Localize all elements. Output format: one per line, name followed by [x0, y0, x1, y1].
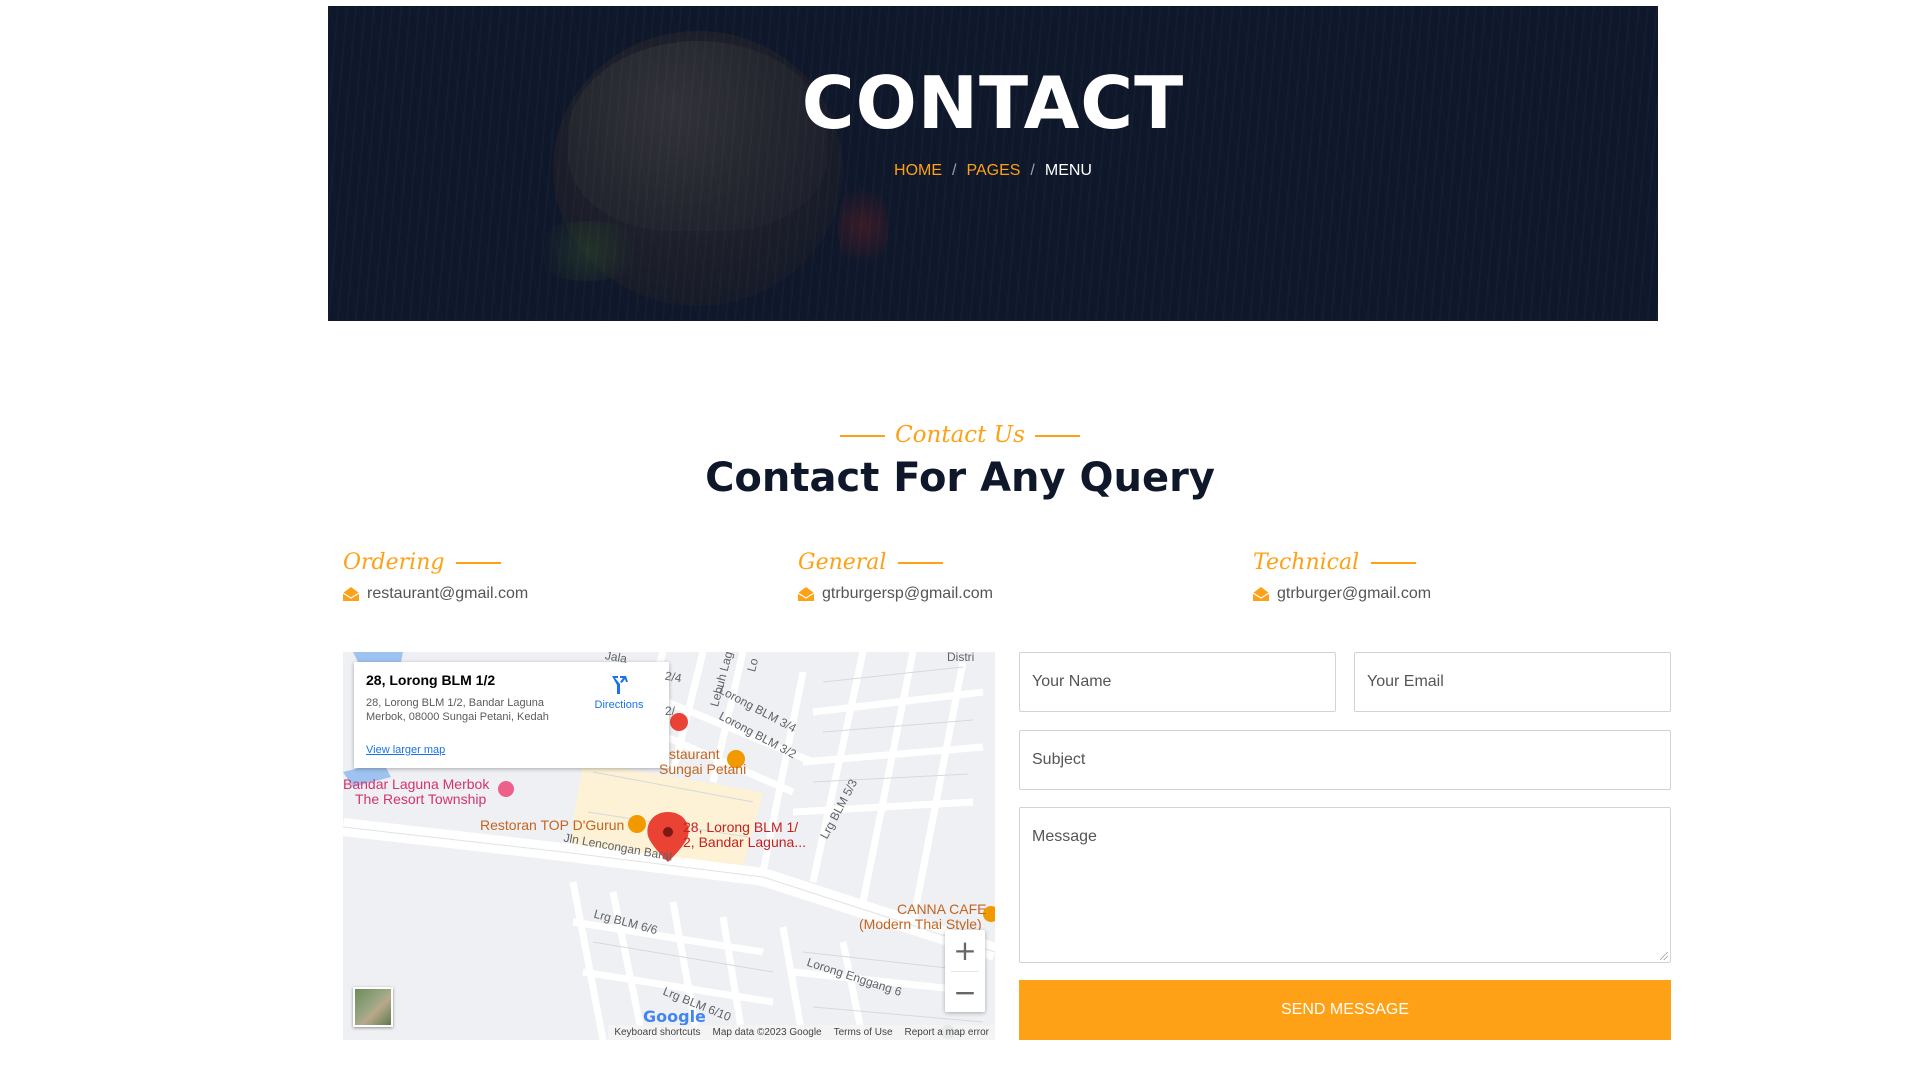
map-place-label: The Resort Township	[355, 791, 487, 807]
google-logo: Google	[643, 1007, 706, 1026]
eyebrow-line-left	[840, 435, 886, 437]
contact-email-row: gtrburger@gmail.com	[1252, 585, 1673, 603]
page-header-hero: CONTACT HOME / PAGES / MENU	[328, 6, 1658, 321]
map-street-label: 2/	[665, 704, 676, 718]
envelope-open-icon	[797, 587, 815, 601]
section-eyebrow: Contact Us	[0, 422, 1920, 448]
name-input-placeholder: Your Name	[1032, 673, 1112, 690]
contact-label: General	[798, 550, 1218, 575]
message-textarea[interactable]: Message	[1019, 807, 1671, 963]
label-line	[898, 561, 944, 564]
map-info-card: 28, Lorong BLM 1/2 28, Lorong BLM 1/2, B…	[354, 662, 669, 768]
section-title: Contact For Any Query	[705, 455, 1215, 501]
breadcrumb-pages-link[interactable]: PAGES	[966, 162, 1020, 179]
breadcrumb-separator: /	[1030, 162, 1035, 179]
map-place-label: CANNA CAFE	[897, 901, 987, 917]
contact-email[interactable]: gtrburger@gmail.com	[1277, 585, 1431, 603]
subject-input[interactable]: Subject	[1019, 730, 1671, 790]
send-message-button[interactable]: SEND MESSAGE	[1019, 980, 1671, 1040]
contact-email[interactable]: restaurant@gmail.com	[367, 585, 528, 603]
map-footer: Keyboard shortcuts Map data ©2023 Google…	[608, 1025, 995, 1040]
map-terms-link[interactable]: Terms of Use	[834, 1027, 893, 1038]
name-input[interactable]: Your Name	[1019, 652, 1336, 712]
google-logo-text: Google	[643, 1007, 706, 1026]
map-place-label: Bandar Laguna Merbok	[343, 776, 490, 792]
envelope-open-icon	[342, 587, 360, 601]
view-larger-map-link[interactable]: View larger map	[366, 744, 445, 756]
map-place-label: staurant	[669, 746, 720, 762]
map-place-label: Sungai Petani	[659, 761, 747, 777]
contact-info-ordering: Ordering restaurant@gmail.com	[342, 550, 763, 603]
message-textarea-placeholder: Message	[1032, 828, 1097, 845]
contact-email[interactable]: gtrburgersp@gmail.com	[822, 585, 993, 603]
map-place-address: 28, Lorong BLM 1/2, Bandar Laguna Merbok…	[366, 697, 549, 723]
resize-grip-icon[interactable]	[1660, 952, 1668, 960]
contact-info-technical: Technical gtrburger@gmail.com	[1252, 550, 1673, 603]
map-place-label: Distri	[947, 652, 975, 664]
email-input[interactable]: Your Email	[1354, 652, 1671, 712]
envelope-open-icon	[1252, 587, 1270, 601]
contact-email-row: gtrburgersp@gmail.com	[797, 585, 1218, 603]
map-place-label: Restoran TOP D'Gurun	[480, 817, 625, 833]
page-title: CONTACT	[801, 61, 1185, 145]
label-line	[456, 561, 502, 564]
contact-info-general: General gtrburgersp@gmail.com	[797, 550, 1218, 603]
map-data-attribution: Map data ©2023 Google	[712, 1027, 822, 1038]
contact-label-text: Ordering	[343, 550, 445, 575]
map-keyboard-shortcuts-link[interactable]: Keyboard shortcuts	[614, 1027, 700, 1038]
breadcrumb-home-link[interactable]: HOME	[894, 162, 942, 179]
contact-email-row: restaurant@gmail.com	[342, 585, 763, 603]
zoom-out-button[interactable]: −	[945, 972, 985, 1013]
directions-label: Directions	[594, 699, 644, 711]
section-eyebrow-text: Contact Us	[895, 422, 1025, 448]
directions-link[interactable]: Directions	[589, 674, 649, 711]
map-street-label: 2/4	[663, 668, 683, 686]
google-map-embed[interactable]: 28, Lorong BLM 1/2 28, Lorong BLM 1/2, B…	[343, 652, 995, 1040]
breadcrumb-separator: /	[952, 162, 957, 179]
eyebrow-line-right	[1034, 435, 1080, 437]
directions-icon	[612, 676, 628, 694]
subject-input-placeholder: Subject	[1032, 751, 1086, 768]
contact-label-text: General	[798, 550, 887, 575]
map-report-error-link[interactable]: Report a map error	[905, 1027, 989, 1038]
satellite-toggle-thumbnail[interactable]	[353, 987, 393, 1027]
contact-label: Ordering	[343, 550, 763, 575]
breadcrumb: HOME / PAGES / MENU	[328, 162, 1658, 180]
map-zoom-controls: + −	[945, 930, 985, 1012]
contact-label-text: Technical	[1253, 550, 1360, 575]
map-marker-label: 28, Lorong BLM 1/ 2, Bandar Laguna...	[683, 819, 806, 850]
label-line	[1371, 561, 1417, 564]
breadcrumb-current: MENU	[1044, 162, 1092, 179]
contact-label: Technical	[1253, 550, 1673, 575]
email-input-placeholder: Your Email	[1367, 673, 1444, 690]
zoom-in-button[interactable]: +	[945, 930, 985, 971]
